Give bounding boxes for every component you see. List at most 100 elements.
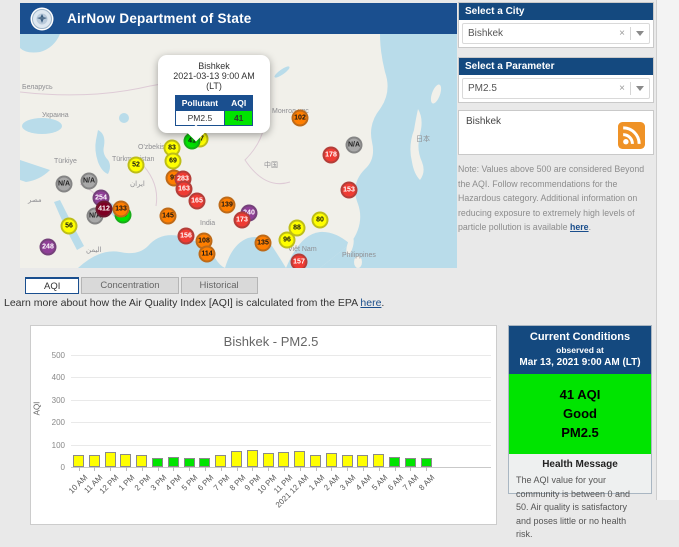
x-axis-tick xyxy=(410,467,412,471)
map-popup: Bishkek 2021-03-13 9:00 AM (LT) Pollutan… xyxy=(158,55,270,133)
chevron-down-icon[interactable] xyxy=(636,86,644,91)
aqi-bar[interactable] xyxy=(199,457,211,467)
x-axis-tick xyxy=(299,467,301,471)
aqi-marker[interactable]: 157 xyxy=(290,253,308,268)
aqi-marker[interactable]: 96 xyxy=(278,231,296,249)
aqi-bar[interactable] xyxy=(167,456,179,467)
aqi-bar[interactable] xyxy=(341,454,353,467)
x-axis-tick xyxy=(331,467,333,471)
aqi-bar[interactable] xyxy=(183,458,195,467)
current-aqi-pollutant: PM2.5 xyxy=(561,425,599,440)
aqi-marker[interactable]: N/A xyxy=(80,172,98,190)
y-axis-tick: 400 xyxy=(51,373,65,382)
aqi-bar[interactable] xyxy=(231,451,242,467)
x-axis-tick xyxy=(236,467,238,471)
parameter-clear-icon[interactable]: × xyxy=(619,83,625,94)
aqi-bar[interactable] xyxy=(404,458,416,467)
aqi-bar[interactable] xyxy=(246,450,258,467)
x-axis-tick xyxy=(378,467,380,471)
aqi-bar[interactable] xyxy=(262,452,274,467)
city-clear-icon[interactable]: × xyxy=(619,28,625,39)
aqi-marker[interactable]: 156 xyxy=(177,227,195,245)
select-parameter-panel: Select a Parameter PM2.5 × xyxy=(458,57,654,103)
aqi-marker[interactable]: 52 xyxy=(127,156,145,174)
aqi-bar[interactable] xyxy=(373,454,385,467)
aqi-marker[interactable]: N/A xyxy=(55,175,73,193)
x-axis-tick xyxy=(157,467,159,471)
aqi-bar[interactable] xyxy=(310,454,321,467)
aqi-marker[interactable]: 114 xyxy=(198,245,216,263)
app-header: AirNow Department of State xyxy=(20,3,457,34)
parameter-select[interactable]: PM2.5 × xyxy=(462,78,650,99)
aqi-marker[interactable]: 69 xyxy=(164,152,182,170)
y-axis-tick: 0 xyxy=(60,463,65,472)
tab-concentration[interactable]: Concentration xyxy=(81,277,179,294)
x-axis-tick xyxy=(426,467,428,471)
aqi-marker[interactable]: 412 xyxy=(95,200,113,218)
current-aqi-block: 41 AQI Good PM2.5 xyxy=(509,374,651,454)
beyond-aqi-note: Note: Values above 500 are considered Be… xyxy=(458,162,653,235)
rss-icon[interactable] xyxy=(618,122,645,149)
aqi-bar[interactable] xyxy=(120,453,132,467)
aqi-bar[interactable] xyxy=(389,456,400,467)
aqi-marker[interactable]: 102 xyxy=(291,109,309,127)
gridline xyxy=(71,399,491,401)
health-message-block: Health Message The AQI value for your co… xyxy=(509,454,651,547)
page-right-strip xyxy=(656,0,679,500)
aqi-marker[interactable]: 165 xyxy=(188,192,206,210)
map-label: مصر xyxy=(28,197,42,204)
x-axis-tick xyxy=(268,467,270,471)
health-message-title: Health Message xyxy=(542,459,618,470)
aqi-marker[interactable]: 178 xyxy=(322,146,340,164)
aqi-bar[interactable] xyxy=(136,455,148,467)
map-label: Беларусь xyxy=(22,84,53,91)
aqi-bar[interactable] xyxy=(357,454,369,467)
popup-table: Pollutant AQI PM2.5 41 xyxy=(174,95,254,126)
observed-at-label: observed at xyxy=(556,345,604,355)
learn-more-here-link[interactable]: here xyxy=(360,297,381,309)
x-axis-tick xyxy=(347,467,349,471)
aqi-marker[interactable]: 139 xyxy=(218,196,236,214)
aqi-marker[interactable]: 133 xyxy=(112,200,130,218)
x-axis-tick xyxy=(189,467,191,471)
note-here-link[interactable]: here xyxy=(570,222,589,232)
map-label: Việt Nam xyxy=(288,246,317,253)
aqi-bar[interactable] xyxy=(294,451,306,467)
tab-historical[interactable]: Historical xyxy=(180,277,258,294)
aqi-bar[interactable] xyxy=(104,452,116,467)
x-axis-tick xyxy=(173,467,175,471)
map-label: Philippines xyxy=(342,252,376,259)
learn-more-text: Learn more about how the Air Quality Ind… xyxy=(4,297,361,309)
aqi-marker[interactable]: 173 xyxy=(233,211,251,229)
chevron-down-icon[interactable] xyxy=(636,31,644,36)
aqi-marker[interactable]: 145 xyxy=(159,207,177,225)
aqi-bar[interactable] xyxy=(325,453,337,467)
y-axis-tick: 500 xyxy=(51,350,65,360)
x-axis-tick xyxy=(315,467,317,471)
aqi-marker[interactable]: 56 xyxy=(60,217,78,235)
aqi-bar[interactable] xyxy=(420,457,432,467)
aqi-bar[interactable] xyxy=(73,454,84,467)
aqi-marker[interactable]: 80 xyxy=(311,211,329,229)
aqi-bar[interactable] xyxy=(88,455,100,467)
select-city-title: Select a City xyxy=(459,3,653,20)
aqi-map[interactable]: БеларусьУкраинаTürkiyeКазахстанO'zbekist… xyxy=(20,34,457,268)
popup-pollutant-value: PM2.5 xyxy=(174,110,226,126)
aqi-marker[interactable]: 135 xyxy=(254,234,272,252)
aqi-bar[interactable] xyxy=(152,458,163,467)
current-aqi-value: 41 AQI xyxy=(559,387,601,402)
tab-aqi[interactable]: AQI xyxy=(25,277,80,294)
aqi-bar[interactable] xyxy=(215,454,227,467)
map-label: Украина xyxy=(42,112,69,119)
map-label: 日本 xyxy=(416,136,430,143)
gridline xyxy=(71,444,491,446)
x-axis-tick xyxy=(78,467,80,471)
aqi-bar[interactable] xyxy=(278,451,290,467)
aqi-marker[interactable]: 248 xyxy=(39,238,57,256)
x-axis-tick xyxy=(110,467,112,471)
parameter-select-value: PM2.5 xyxy=(468,83,497,94)
city-select[interactable]: Bishkek × xyxy=(462,23,650,44)
aqi-marker[interactable]: N/A xyxy=(345,136,363,154)
aqi-marker[interactable]: 153 xyxy=(340,181,358,199)
map-label: اليمن xyxy=(86,247,102,254)
